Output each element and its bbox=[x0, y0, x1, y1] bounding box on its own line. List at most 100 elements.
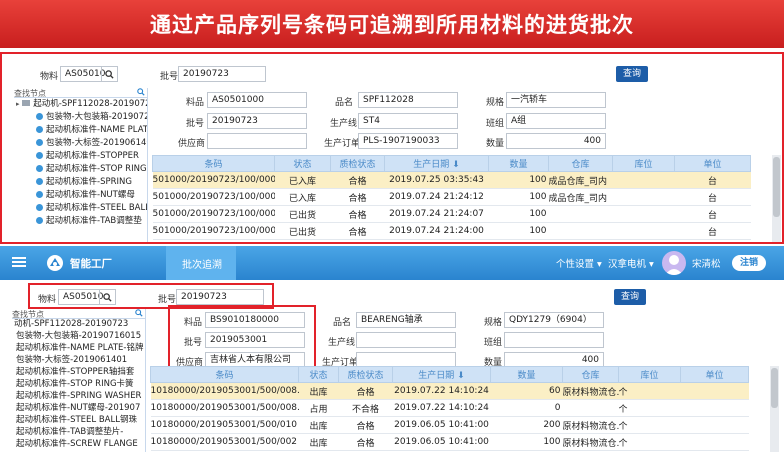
material-filter-input[interactable]: AS05010 bbox=[60, 66, 118, 82]
col-production-date[interactable]: 生产日期 ⬇ bbox=[384, 155, 489, 172]
tree-node[interactable]: 起动机标准件-STOPPER bbox=[14, 150, 147, 163]
tree-node[interactable]: 起动机标准件-TAB调整垫片- bbox=[12, 426, 145, 438]
batch-field[interactable]: 20190723 bbox=[207, 113, 307, 129]
table-row[interactable]: 501000/20190723/100/0001 已出货 合格 2019.07.24 … bbox=[152, 222, 751, 240]
col-unit[interactable]: 单位 bbox=[680, 366, 749, 383]
banner: 通过产品序列号条码可追溯到所用材料的进货批次 bbox=[0, 0, 784, 48]
batch-filter-input[interactable]: 20190723 bbox=[176, 289, 264, 305]
tree-node[interactable]: 起动机标准件-STOP RING卡簧 bbox=[12, 378, 145, 390]
tree-node[interactable]: 起动机标准件-NAME PLATE-铭牌 bbox=[12, 342, 145, 354]
col-unit[interactable]: 单位 bbox=[674, 155, 751, 172]
col-qc-status[interactable]: 质检状态 bbox=[338, 366, 393, 383]
tree-node[interactable]: 起动机标准件-TAB调整垫 bbox=[14, 215, 147, 228]
cell-warehouse: 原材料物流仓... bbox=[562, 416, 619, 434]
col-warehouse[interactable]: 仓库 bbox=[548, 155, 613, 172]
col-production-date[interactable]: 生产日期 ⬇ bbox=[392, 366, 491, 383]
col-qc-status[interactable]: 质检状态 bbox=[330, 155, 385, 172]
cell-warehouse: 原材料物流仓... bbox=[562, 433, 619, 451]
order-field[interactable]: PLS-1907190033 bbox=[358, 133, 458, 149]
col-location[interactable]: 库位 bbox=[618, 366, 681, 383]
tab-batch-trace[interactable]: 批次追溯 bbox=[182, 256, 222, 271]
col-quantity[interactable]: 数量 bbox=[490, 366, 563, 383]
tree-node[interactable]: 起动机标准件-NUT螺母 bbox=[14, 189, 147, 202]
tree-node-root[interactable]: ▸ 起动机-SPF112028-20190723 bbox=[14, 98, 147, 111]
material-code-field[interactable]: BS9010180000 bbox=[205, 312, 305, 328]
tree-search-label: 查找节点 bbox=[14, 89, 46, 98]
tree-node[interactable]: 起动机标准件-SCREW FLANGE bbox=[12, 438, 145, 450]
col-barcode[interactable]: 条码 bbox=[150, 366, 299, 383]
tree-node[interactable]: 包装物-大标签-2019061401 bbox=[14, 137, 147, 150]
logout-button[interactable]: 注销 bbox=[732, 255, 766, 271]
spec-field[interactable]: QDY1279（6904） bbox=[504, 312, 604, 328]
line-field[interactable]: ST4 bbox=[358, 113, 458, 129]
cell-qty: 200 bbox=[490, 416, 563, 434]
cell-warehouse bbox=[562, 399, 619, 417]
table-scrollbar[interactable] bbox=[772, 155, 781, 242]
node-icon bbox=[36, 217, 43, 224]
search-icon[interactable] bbox=[101, 67, 117, 81]
search-icon[interactable] bbox=[99, 290, 115, 304]
material-filter-input[interactable]: AS05010 bbox=[58, 289, 116, 305]
cell-status: 已出货 bbox=[274, 222, 331, 240]
table-row[interactable]: 501000/20190723/100/0002 已出货 合格 2019.07.24 … bbox=[152, 205, 751, 223]
supplier-field[interactable] bbox=[207, 133, 307, 149]
query-button[interactable]: 查询 bbox=[616, 66, 648, 82]
tree-node[interactable]: 起动机标准件-STOPPER轴挡套 bbox=[12, 366, 145, 378]
table-row[interactable]: 501000/20190723/100/0003 已入库 合格 2019.07.24 … bbox=[152, 188, 751, 206]
team-field[interactable] bbox=[504, 332, 604, 348]
supplier-label: 供应商 bbox=[178, 139, 206, 149]
cell-qc: 不合格 bbox=[338, 399, 393, 417]
name-field[interactable]: BEARENG轴承 bbox=[356, 312, 456, 328]
tree-node[interactable]: 起动机标准件-SPRING bbox=[14, 176, 147, 189]
cell-qc: 合格 bbox=[330, 205, 385, 223]
personal-settings-menu[interactable]: 个性设置 ▾ bbox=[556, 256, 602, 270]
tree-node[interactable]: 起动机标准件-STOP RING bbox=[14, 163, 147, 176]
col-barcode[interactable]: 条码 bbox=[152, 155, 275, 172]
tree-node[interactable]: 起动机标准件-NAME PLATE bbox=[14, 124, 147, 137]
table-row[interactable]: 10180000/2019053001/500/002 出库 合格 2019.06.0… bbox=[150, 433, 749, 451]
menu-icon[interactable] bbox=[12, 256, 26, 271]
col-location[interactable]: 库位 bbox=[612, 155, 675, 172]
col-status[interactable]: 状态 bbox=[298, 366, 339, 383]
line-field[interactable] bbox=[356, 332, 456, 348]
batch-filter-input[interactable]: 20190723 bbox=[178, 66, 266, 82]
col-status[interactable]: 状态 bbox=[274, 155, 331, 172]
tree-search-icon[interactable] bbox=[135, 309, 143, 319]
company-menu[interactable]: 汉拿电机 ▾ bbox=[608, 256, 654, 270]
table-scrollbar[interactable] bbox=[770, 366, 779, 452]
batch-field[interactable]: 2019053001 bbox=[205, 332, 305, 348]
tree-node[interactable]: 包装物-大标签-2019061401 bbox=[12, 354, 145, 366]
name-field[interactable]: SPF112028 bbox=[358, 92, 458, 108]
table-row[interactable]: 501000/20190723/100/0004 已入库 合格 2019.07.25 … bbox=[152, 171, 751, 189]
cell-date: 2019.07.22 14:10:24 bbox=[392, 399, 491, 417]
tree-node[interactable]: 包装物-大包装箱-20190716015 bbox=[12, 330, 145, 342]
tree-node-root[interactable]: 动机-SPF112028-20190723 bbox=[12, 319, 145, 330]
avatar[interactable] bbox=[662, 251, 686, 275]
team-label: 班组 bbox=[486, 119, 505, 129]
tree-node[interactable]: 起动机标准件-STEEL BALL bbox=[14, 202, 147, 215]
tree-node[interactable]: 起动机标准件-STEEL BALL钢珠 bbox=[12, 414, 145, 426]
cell-barcode: 10180000/2019053001/500/008... bbox=[150, 382, 299, 400]
cell-status: 出库 bbox=[298, 433, 339, 451]
query-button[interactable]: 查询 bbox=[614, 289, 646, 305]
tree-node[interactable]: 起动机标准件-NUT螺母-201907 bbox=[12, 402, 145, 414]
tree-node[interactable]: 起动机标准件-SPRING WASHER bbox=[12, 390, 145, 402]
col-warehouse[interactable]: 仓库 bbox=[562, 366, 619, 383]
cell-location: 个 bbox=[618, 399, 681, 417]
app-logo-text: 智能工厂 bbox=[70, 258, 112, 270]
tree-search-icon[interactable] bbox=[137, 88, 145, 98]
spec-field[interactable]: 一汽轿车 bbox=[506, 92, 606, 108]
table-row[interactable]: 10180000/2019053001/500/008... 出库 合格 2019.0… bbox=[150, 382, 749, 400]
tree-node[interactable]: 包装物-大包装箱-20190723 bbox=[14, 111, 147, 124]
spec-label: 规格 bbox=[486, 98, 505, 108]
cell-unit: 台 bbox=[674, 188, 751, 206]
node-icon bbox=[36, 152, 43, 159]
node-tree: 查找节点 ▸ 起动机-SPF112028-20190723 包装物-大包装箱-2… bbox=[14, 88, 148, 242]
material-code-field[interactable]: AS0501000 bbox=[207, 92, 307, 108]
qty-field[interactable]: 400 bbox=[506, 133, 606, 149]
col-quantity[interactable]: 数量 bbox=[488, 155, 549, 172]
cell-unit: 台 bbox=[674, 205, 751, 223]
table-row[interactable]: 10180000/2019053001/500/010 出库 合格 2019.06.0… bbox=[150, 416, 749, 434]
table-row[interactable]: 10180000/2019053001/500/008... 占用 不合格 2019.… bbox=[150, 399, 749, 417]
team-field[interactable]: A组 bbox=[506, 113, 606, 129]
